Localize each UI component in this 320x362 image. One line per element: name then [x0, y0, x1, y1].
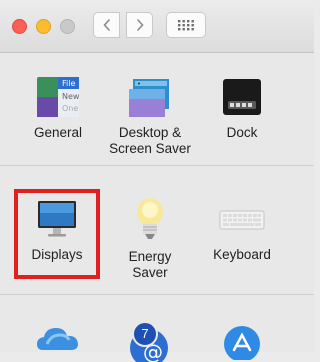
pref-general-label: General	[33, 125, 83, 140]
svg-text:File: File	[62, 79, 75, 88]
pref-dock-label: Dock	[226, 125, 258, 140]
zoom-button[interactable]	[60, 19, 75, 34]
back-button[interactable]	[93, 12, 120, 38]
pref-energy-saver[interactable]: Energy Saver	[105, 195, 195, 281]
desktop-screensaver-icon	[129, 79, 169, 117]
pref-keyboard[interactable]: Keyboard	[197, 197, 287, 263]
pref-desktop-label: Desktop & Screen Saver	[109, 125, 191, 156]
pref-app-store[interactable]	[197, 320, 287, 360]
pref-icloud[interactable]	[13, 320, 103, 360]
pref-keyboard-label: Keyboard	[213, 247, 271, 262]
svg-text:One: One	[62, 104, 78, 113]
pref-dock[interactable]: Dock	[197, 75, 287, 141]
close-button[interactable]	[12, 19, 27, 34]
grid-icon	[178, 20, 194, 31]
displays-highlight-box	[14, 189, 100, 279]
pref-desktop-screen-saver[interactable]: Desktop & Screen Saver	[105, 75, 195, 157]
chevron-right-icon	[136, 19, 144, 31]
general-icon: File New One	[37, 77, 80, 117]
energy-saver-icon	[137, 198, 163, 239]
window-titlebar	[0, 0, 314, 53]
minimize-button[interactable]	[36, 19, 51, 34]
chevron-left-icon	[102, 19, 110, 31]
pref-energy-saver-label: Energy Saver	[128, 249, 172, 280]
icloud-icon	[37, 328, 78, 350]
app-store-icon	[224, 326, 260, 360]
svg-text:New: New	[62, 92, 80, 101]
pref-internet-accounts[interactable]: @ 7	[104, 318, 194, 362]
pref-general[interactable]: File New One General	[13, 75, 103, 141]
keyboard-icon	[219, 210, 265, 230]
show-all-button[interactable]	[166, 12, 206, 38]
forward-button[interactable]	[126, 12, 153, 38]
dock-icon	[223, 79, 261, 115]
notification-badge: 7	[132, 321, 158, 347]
